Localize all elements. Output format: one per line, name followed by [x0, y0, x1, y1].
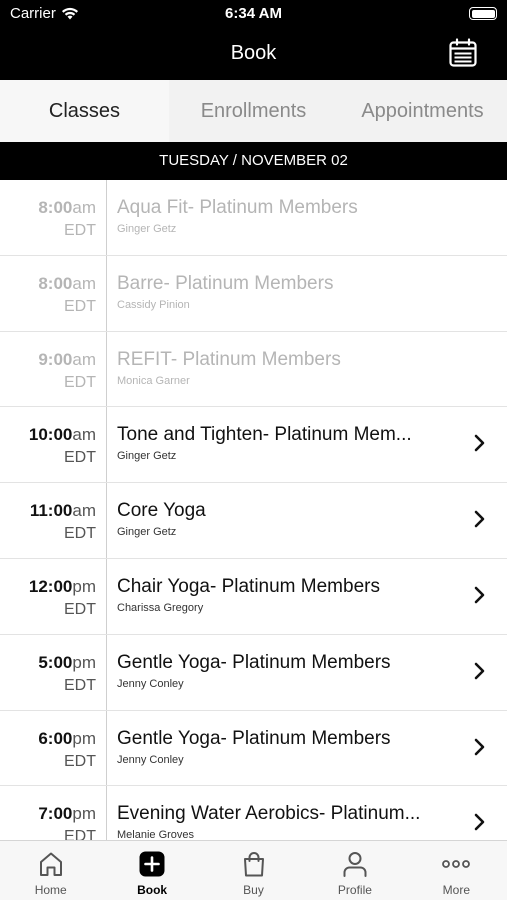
class-instructor: Ginger Getz — [117, 223, 177, 235]
tab-bar-book[interactable]: Book — [101, 841, 202, 900]
tab-bar-buy-label: Buy — [243, 883, 264, 897]
status-bar: Carrier 6:34 AM — [0, 0, 507, 30]
class-name: Aqua Fit- Platinum Members — [117, 197, 358, 218]
calendar-button[interactable] — [447, 37, 479, 69]
class-instructor: Cassidy Pinion — [117, 298, 190, 311]
booking-tabs: Classes Enrollments Appointments — [0, 80, 507, 142]
class-timezone: EDT — [64, 525, 96, 543]
class-row[interactable]: 8:00am EDT Aqua Fit- Platinum Members Gi… — [0, 180, 507, 256]
calendar-icon — [449, 38, 477, 67]
tab-bar-book-label: Book — [137, 883, 168, 897]
tab-appointments[interactable]: Appointments — [338, 80, 507, 142]
chevron-right-icon[interactable] — [473, 661, 487, 681]
class-row[interactable]: 8:00am EDT Barre- Platinum Members Cassi… — [0, 256, 507, 332]
class-time: 8:00am — [38, 198, 96, 217]
class-time: 8:00am — [38, 273, 96, 293]
class-row[interactable]: 11:00am EDT Core Yoga Ginger Getz — [0, 483, 507, 559]
chevron-right-icon[interactable] — [473, 433, 487, 453]
class-time: 7:00pm — [38, 804, 96, 824]
class-time: 9:00am — [38, 349, 96, 369]
plus-square-icon — [139, 851, 165, 877]
class-name: Core Yoga — [117, 500, 206, 522]
tab-bar-profile[interactable]: Profile — [304, 841, 405, 900]
chevron-right-icon[interactable] — [473, 812, 487, 832]
class-row[interactable]: 5:00pm EDT Gentle Yoga- Platinum Members… — [0, 635, 507, 711]
chevron-right-icon[interactable] — [473, 585, 487, 605]
more-icon — [442, 860, 471, 868]
class-timezone: EDT — [64, 828, 96, 840]
chevron-right-icon[interactable] — [473, 737, 487, 757]
class-time: 12:00pm — [28, 576, 96, 596]
tab-bar-buy[interactable]: Buy — [203, 841, 304, 900]
class-time: 6:00pm — [38, 728, 96, 748]
tab-bar-more[interactable]: More — [406, 841, 507, 900]
class-timezone: EDT — [64, 373, 96, 391]
tab-bar-more-label: More — [442, 883, 470, 897]
class-row[interactable]: 12:00pm EDT Chair Yoga- Platinum Members… — [0, 559, 507, 635]
class-row[interactable]: 6:00pm EDT Gentle Yoga- Platinum Members… — [0, 711, 507, 787]
class-name: Tone and Tighten- Platinum Mem... — [117, 424, 412, 446]
home-icon — [39, 852, 62, 876]
class-row[interactable]: 7:00pm EDT Evening Water Aerobics- Plati… — [0, 786, 507, 840]
page-title: Book — [230, 42, 277, 64]
class-name: Evening Water Aerobics- Platinum... — [117, 803, 421, 825]
shopping-bag-icon — [243, 852, 264, 877]
nav-header: Book — [0, 30, 507, 80]
class-row[interactable]: 9:00am EDT REFIT- Platinum Members Monic… — [0, 332, 507, 408]
class-timezone: EDT — [64, 752, 96, 770]
class-timezone: EDT — [64, 600, 96, 618]
status-time: 6:34 AM — [225, 5, 282, 22]
tab-classes[interactable]: Classes — [0, 80, 169, 142]
class-time: 10:00am — [28, 425, 96, 445]
class-timezone: EDT — [64, 676, 96, 694]
bottom-tab-bar: Home Book Buy Profile More — [0, 840, 507, 900]
date-header: TUESDAY / NOVEMBER 02 — [0, 142, 507, 180]
class-instructor: Charissa Gregory — [117, 601, 204, 614]
class-instructor: Melanie Groves — [117, 829, 195, 840]
class-name: Gentle Yoga- Platinum Members — [117, 727, 391, 749]
class-instructor: Ginger Getz — [117, 450, 177, 463]
class-timezone: EDT — [64, 449, 96, 467]
class-instructor: Monica Garner — [117, 374, 190, 387]
tab-enrollments[interactable]: Enrollments — [169, 80, 338, 142]
class-timezone: EDT — [64, 297, 96, 315]
class-name: Gentle Yoga- Platinum Members — [117, 651, 391, 673]
class-time: 5:00pm — [38, 652, 96, 672]
tab-bar-home-label: Home — [34, 883, 67, 897]
class-time: 11:00am — [29, 501, 96, 521]
class-instructor: Jenny Conley — [117, 753, 184, 766]
class-timezone: EDT — [64, 222, 96, 239]
class-row[interactable]: 10:00am EDT Tone and Tighten- Platinum M… — [0, 407, 507, 484]
battery-icon — [469, 7, 497, 20]
class-name: Barre- Platinum Members — [117, 272, 334, 294]
class-list[interactable]: 8:00am EDT Aqua Fit- Platinum Members Gi… — [0, 180, 507, 840]
tab-bar-profile-label: Profile — [337, 883, 372, 897]
class-instructor: Ginger Getz — [117, 526, 177, 539]
chevron-right-icon[interactable] — [473, 509, 487, 529]
profile-icon — [343, 852, 367, 877]
class-name: Chair Yoga- Platinum Members — [117, 575, 380, 597]
class-name: REFIT- Platinum Members — [117, 348, 341, 370]
tab-bar-home[interactable]: Home — [0, 841, 101, 900]
class-instructor: Jenny Conley — [117, 677, 184, 690]
